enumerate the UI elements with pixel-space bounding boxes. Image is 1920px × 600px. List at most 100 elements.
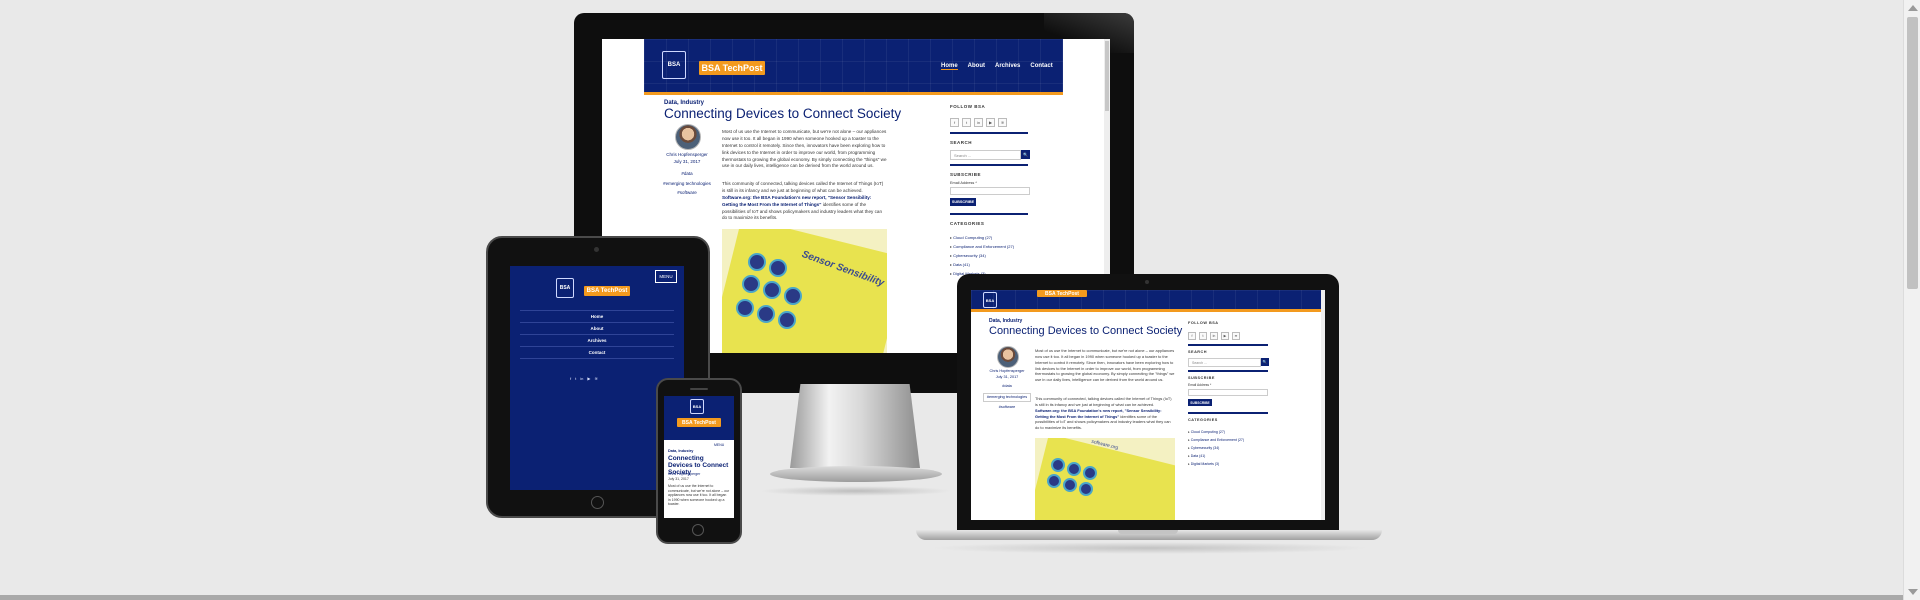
nav-about[interactable]: About — [520, 322, 674, 334]
search-button[interactable]: 🔍 — [1261, 358, 1269, 366]
author-avatar[interactable] — [997, 346, 1019, 368]
bsa-logo[interactable]: BSA — [662, 51, 686, 79]
phone-screen: BSA BSA TechPost MENU Data, Industry Con… — [664, 396, 734, 518]
category-item[interactable]: Data (41) — [950, 260, 1014, 269]
post-title[interactable]: Connecting Devices to Connect Society — [664, 106, 901, 121]
nav-contact[interactable]: Contact — [520, 346, 674, 359]
bsa-logo[interactable]: BSA — [556, 278, 574, 298]
youtube-icon[interactable]: ▶ — [587, 376, 590, 381]
sensor-dot — [1067, 462, 1081, 476]
author-name[interactable]: Chris Hopfensperger — [983, 369, 1031, 375]
email-label: Email Address * — [950, 181, 977, 185]
categories-heading: CATEGORIES — [1188, 418, 1218, 422]
tablet-home-button[interactable] — [591, 496, 604, 509]
category-item[interactable]: Data (41) — [1188, 452, 1244, 460]
nav-contact[interactable]: Contact — [1030, 63, 1052, 70]
linkedin-icon[interactable]: in — [974, 118, 983, 127]
post-category[interactable]: Data, Industry — [989, 318, 1022, 324]
post-title[interactable]: Connecting Devices to Connect Society — [989, 325, 1182, 337]
phone-menu-button[interactable]: MENU — [714, 443, 724, 447]
email-input[interactable] — [1188, 389, 1268, 396]
subscribe-button[interactable]: SUBSCRIBE — [1188, 399, 1212, 406]
linkedin-icon[interactable]: in — [1210, 332, 1218, 340]
author-avatar[interactable] — [675, 124, 701, 150]
facebook-icon[interactable]: f — [950, 118, 959, 127]
sensor-dot — [1063, 478, 1077, 492]
sensor-dot — [778, 311, 796, 329]
author-name[interactable]: Chris Hopfensperger — [658, 152, 716, 159]
category-item[interactable]: Compliance and Enforcement (27) — [1188, 436, 1244, 444]
post-paragraph-1: Most of us use the Internet to communica… — [722, 129, 887, 169]
search-input[interactable]: Search ... — [950, 150, 1021, 160]
category-item[interactable]: Cybersecurity (34) — [950, 251, 1014, 260]
sensor-dot — [736, 299, 754, 317]
facebook-icon[interactable]: f — [570, 376, 571, 381]
screen-scrollbar[interactable] — [1321, 290, 1325, 520]
brand-badge[interactable]: BSA TechPost — [584, 286, 630, 296]
brand-badge[interactable]: BSA TechPost — [1037, 290, 1087, 297]
twitter-icon[interactable]: t — [575, 376, 576, 381]
bsa-logo[interactable]: BSA — [690, 399, 704, 414]
youtube-icon[interactable]: ▶ — [1221, 332, 1229, 340]
search-heading: SEARCH — [950, 140, 973, 145]
scrollbar-thumb[interactable] — [1907, 17, 1918, 289]
report-cover-image: Sensor Sensibility — [722, 229, 887, 353]
nav-home[interactable]: Home — [520, 310, 674, 322]
rss-icon[interactable]: ≋ — [594, 376, 597, 381]
main-nav: Home About Archives Contact — [941, 63, 1053, 70]
horizontal-scrollbar[interactable] — [0, 595, 1903, 600]
nav-home[interactable]: Home — [941, 63, 958, 70]
tablet-nav: Home About Archives Contact — [520, 310, 674, 359]
category-item[interactable]: Cybersecurity (34) — [1188, 444, 1244, 452]
phone-device: BSA BSA TechPost MENU Data, Industry Con… — [656, 378, 742, 544]
tag-emerging[interactable]: #emerging technologies — [983, 392, 1031, 402]
search-input[interactable]: Search ... — [1188, 358, 1261, 367]
tag-software[interactable]: #software — [658, 190, 716, 197]
nav-about[interactable]: About — [968, 63, 985, 70]
category-item[interactable]: Cloud Computing (27) — [950, 233, 1014, 242]
phone-home-button[interactable] — [692, 524, 704, 536]
follow-heading: FOLLOW BSA — [1188, 321, 1219, 325]
category-item[interactable]: Cloud Computing (27) — [1188, 428, 1244, 436]
twitter-icon[interactable]: t — [962, 118, 971, 127]
brand-badge[interactable]: BSA TechPost — [677, 418, 721, 427]
sidebar-divider — [1188, 412, 1268, 414]
bsa-logo[interactable]: BSA — [983, 292, 997, 308]
twitter-icon[interactable]: t — [1199, 332, 1207, 340]
category-item[interactable]: Compliance and Enforcement (27) — [950, 242, 1014, 251]
scroll-down-arrow[interactable] — [1908, 589, 1918, 595]
rss-icon[interactable]: ≋ — [998, 118, 1007, 127]
phone-speaker — [690, 388, 708, 390]
author-name[interactable]: Chris Hopfensperger — [668, 472, 700, 476]
tag-software[interactable]: #software — [983, 405, 1031, 411]
laptop-base-notch — [1118, 530, 1178, 534]
scroll-up-arrow[interactable] — [1908, 5, 1918, 11]
linkedin-icon[interactable]: in — [580, 376, 583, 381]
facebook-icon[interactable]: f — [1188, 332, 1196, 340]
sensor-dot — [748, 253, 766, 271]
youtube-icon[interactable]: ▶ — [986, 118, 995, 127]
subscribe-button[interactable]: SUBSCRIBE — [950, 198, 976, 206]
post-paragraph-2: This community of connected, talking dev… — [1035, 396, 1175, 431]
email-input[interactable] — [950, 187, 1030, 195]
nav-archives[interactable]: Archives — [520, 334, 674, 346]
nav-archives[interactable]: Archives — [995, 63, 1020, 70]
subscribe-heading: SUBSCRIBE — [950, 172, 982, 177]
menu-button[interactable]: MENU — [655, 270, 677, 283]
sensor-dot — [1047, 474, 1061, 488]
rss-icon[interactable]: ≋ — [1232, 332, 1240, 340]
search-button[interactable]: 🔍 — [1021, 150, 1030, 159]
header-accent-line — [971, 309, 1321, 312]
monitor-base — [770, 466, 942, 482]
sidebar-divider — [950, 164, 1028, 166]
page-scrollbar[interactable] — [1903, 0, 1920, 600]
brand-badge[interactable]: BSA TechPost — [699, 61, 765, 75]
search-form: Search ... 🔍 — [950, 150, 1030, 160]
sensor-dot — [742, 275, 760, 293]
post-category[interactable]: Data, Industry — [668, 449, 693, 453]
category-item[interactable]: Digital Markets (3) — [1188, 460, 1244, 468]
tag-emerging[interactable]: #emerging technologies — [658, 181, 716, 188]
post-paragraph-2: This community of connected, talking dev… — [722, 181, 887, 222]
phone-header: BSA BSA TechPost — [664, 396, 734, 440]
laptop-shadow — [930, 542, 1370, 554]
